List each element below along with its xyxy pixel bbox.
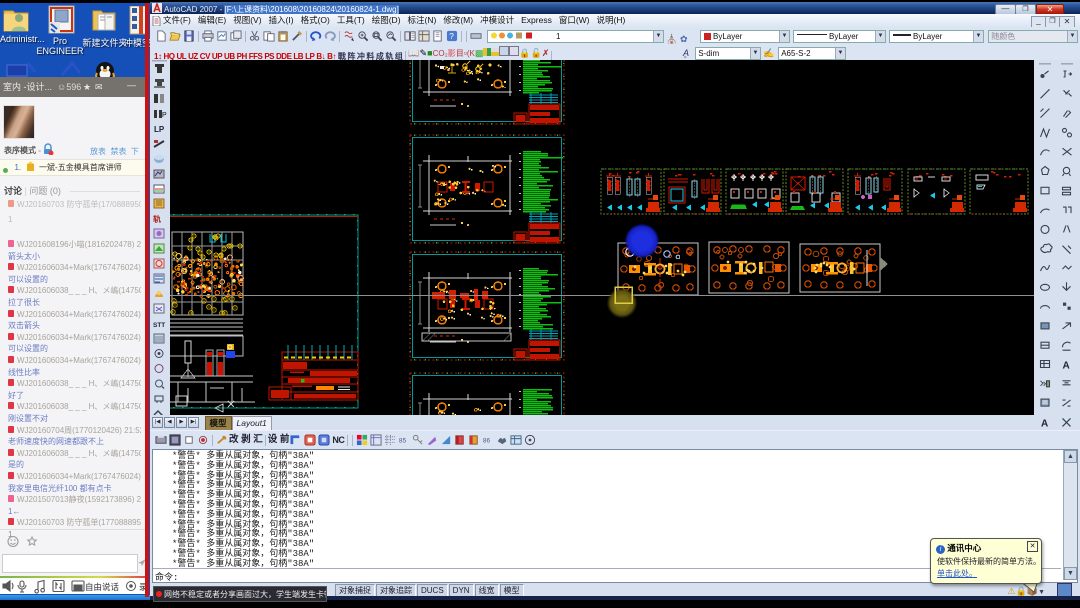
svg-text:?: ? bbox=[449, 31, 454, 41]
svg-text:85: 85 bbox=[399, 437, 407, 444]
svg-text:STT: STT bbox=[153, 322, 165, 329]
svg-text:A: A bbox=[1063, 361, 1070, 372]
svg-text:P: P bbox=[162, 112, 167, 119]
svg-text:86: 86 bbox=[483, 437, 491, 444]
svg-text:轨: 轨 bbox=[153, 214, 161, 224]
svg-text:A: A bbox=[1041, 418, 1048, 429]
svg-text:LP: LP bbox=[154, 125, 165, 134]
svg-text:自由说话: 自由说话 bbox=[85, 582, 120, 592]
